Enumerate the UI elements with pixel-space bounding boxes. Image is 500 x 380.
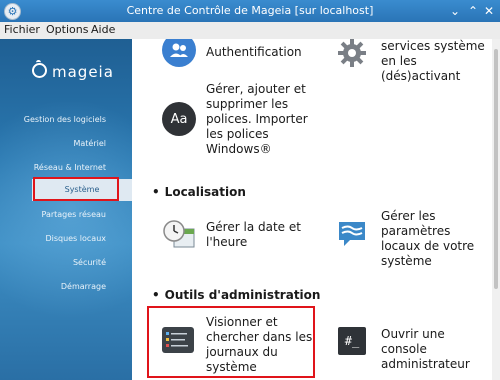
section-localisation: • Localisation <box>152 185 246 199</box>
sidebar-item-reseau-internet[interactable]: Réseau & Internet <box>34 163 106 172</box>
item-polices[interactable]: Aa Gérer, ajouter et supprimer les polic… <box>162 82 332 162</box>
item-date-heure[interactable]: Gérer la date et l'heure <box>162 217 322 257</box>
selection-highlight-box <box>33 177 119 201</box>
menu-options[interactable]: Options <box>46 23 88 36</box>
polices-label: Gérer, ajouter et supprimer les polices.… <box>206 82 308 156</box>
item-console-administrateur[interactable]: #_ Ouvrir une console administrateur <box>335 325 485 371</box>
users-icon <box>162 39 196 67</box>
gear-icon <box>335 39 369 70</box>
main-panel: Authentification Gérer les services <box>132 39 492 380</box>
item-services[interactable]: Gérer les services système en les (dés)a… <box>335 39 485 84</box>
terminal-icon: #_ <box>338 327 366 355</box>
menu-fichier[interactable]: Fichier <box>4 23 40 36</box>
sidebar-item-gestion-logiciels[interactable]: Gestion des logiciels <box>24 115 106 124</box>
sidebar: mageia Gestion des logiciels Matériel Ré… <box>0 39 132 380</box>
section-outils-administration: • Outils d'administration <box>152 288 320 302</box>
title-bar: ⚙ Centre de Contrôle de Mageia [sur loca… <box>0 0 500 22</box>
sidebar-item-disques-locaux[interactable]: Disques locaux <box>45 234 106 243</box>
menu-aide[interactable]: Aide <box>91 23 115 36</box>
mageia-logo-icon <box>32 60 47 78</box>
sidebar-item-securite[interactable]: Sécurité <box>73 258 106 267</box>
section-localisation-label: Localisation <box>164 185 246 199</box>
minimize-button[interactable]: ⌄ <box>446 2 464 20</box>
date-heure-label: Gérer la date et l'heure <box>206 220 301 249</box>
sidebar-item-demarrage[interactable]: Démarrage <box>61 282 106 291</box>
sidebar-item-materiel[interactable]: Matériel <box>73 139 106 148</box>
logo-text: mageia <box>52 63 114 81</box>
section-bullet: • <box>152 288 160 302</box>
authentification-label: Authentification <box>206 45 302 59</box>
font-icon: Aa <box>162 102 196 136</box>
flag-icon <box>335 217 369 251</box>
mageia-logo: mageia <box>32 60 114 81</box>
parametres-locaux-label: Gérer les paramètres locaux de votre sys… <box>381 209 475 268</box>
services-label: Gérer les services système en les (dés)a… <box>381 39 485 83</box>
console-label: Ouvrir une console administrateur <box>381 327 470 371</box>
item-authentification[interactable]: Authentification <box>162 39 322 73</box>
close-button[interactable]: ✕ <box>480 2 498 20</box>
vertical-scrollbar[interactable] <box>492 39 500 380</box>
journaux-highlight-box <box>147 306 315 378</box>
item-parametres-locaux[interactable]: Gérer les paramètres locaux de votre sys… <box>335 209 490 268</box>
window-title: Centre de Contrôle de Mageia [sur localh… <box>126 4 374 17</box>
sidebar-item-partages-reseau[interactable]: Partages réseau <box>41 210 106 219</box>
clock-calendar-icon <box>162 217 196 251</box>
menu-bar: Fichier Options Aide <box>0 22 500 40</box>
section-bullet: • <box>152 185 160 199</box>
scrollbar-thumb[interactable] <box>494 49 498 289</box>
section-outils-label: Outils d'administration <box>164 288 321 302</box>
